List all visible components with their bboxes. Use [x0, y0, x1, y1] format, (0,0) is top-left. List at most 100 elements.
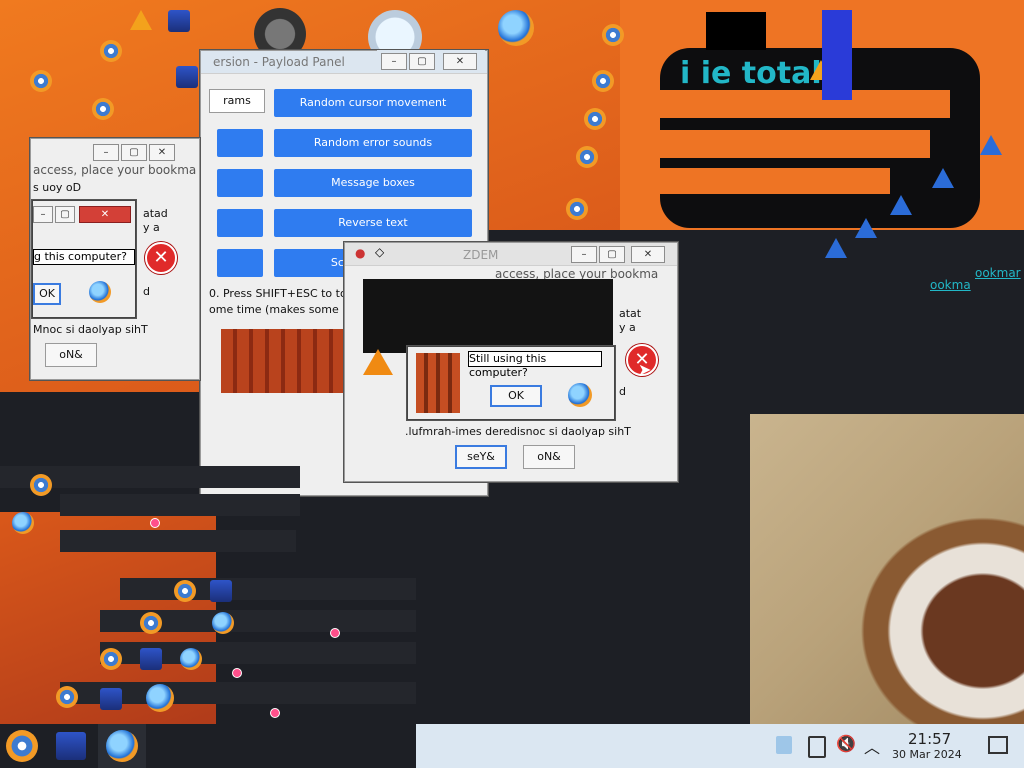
payload-note-line1: 0. Press SHIFT+ESC to toggl — [209, 287, 364, 300]
folder-icon[interactable] — [100, 688, 122, 710]
nested-main-ok-button[interactable]: OK — [490, 385, 542, 407]
main-dialog-titlebar[interactable]: ● ◇ ZDEM – ▢ ✕ — [345, 243, 677, 266]
minimize-button[interactable]: – — [571, 246, 597, 263]
clipboard-icon[interactable] — [776, 736, 792, 754]
main-dialog-no-button[interactable]: oN& — [523, 445, 575, 469]
left-dialog-text-line1: s uoy oD — [33, 181, 82, 194]
firefox-icon — [106, 730, 138, 762]
left-dialog-no-button[interactable]: oN& — [45, 343, 97, 367]
maximize-button[interactable]: ▢ — [409, 53, 435, 70]
glitch-dot — [150, 518, 160, 528]
left-dialog-text-datat: atad — [143, 207, 168, 220]
browser-icon[interactable] — [30, 474, 52, 496]
warning-icon — [855, 218, 877, 238]
folder-icon[interactable] — [210, 580, 232, 602]
payload-panel-controls: – ▢ ✕ — [377, 50, 485, 70]
payload-note-line2: ome time (makes some payl — [209, 303, 366, 316]
firefox-icon[interactable] — [180, 648, 202, 670]
glitch-orange-panel — [640, 168, 890, 194]
glitch-dot — [232, 668, 242, 678]
battery-icon[interactable] — [808, 736, 826, 758]
random-cursor-button[interactable]: Random cursor movement — [274, 89, 472, 117]
main-dialog-text-datat: atat — [619, 307, 642, 320]
browser-logo-icon — [498, 10, 534, 46]
clock-date[interactable]: 30 Mar 2024 — [892, 748, 962, 761]
payload-button-left-4[interactable] — [217, 209, 263, 237]
browser-icon[interactable] — [174, 580, 196, 602]
volume-muted-icon[interactable]: 🔇 — [836, 734, 856, 753]
warning-icon — [130, 10, 152, 30]
glitch-orange-panel — [620, 90, 950, 118]
minimize-button[interactable]: – — [381, 53, 407, 70]
minimize-button[interactable]: – — [33, 206, 53, 223]
browser-icon[interactable] — [566, 198, 588, 220]
main-dialog-text-d: d — [619, 385, 626, 398]
maximize-button[interactable]: ▢ — [121, 144, 147, 161]
payload-button-left-3[interactable] — [217, 169, 263, 197]
minimize-button[interactable]: – — [93, 144, 119, 161]
browser-icon[interactable] — [140, 612, 162, 634]
glitch-image-fragment — [416, 353, 460, 413]
close-button[interactable]: ✕ — [79, 206, 131, 223]
folder-icon[interactable] — [176, 66, 198, 88]
browser-icon[interactable] — [576, 146, 598, 168]
left-dialog-text-d: d — [143, 285, 150, 298]
glitch-link-text: ookmar — [975, 266, 1021, 280]
firefox-icon — [568, 383, 592, 407]
glitch-dot — [330, 628, 340, 638]
browser-icon[interactable] — [602, 24, 624, 46]
firefox-icon — [89, 281, 111, 303]
browser-icon[interactable] — [592, 70, 614, 92]
message-boxes-button[interactable]: Message boxes — [274, 169, 472, 197]
glitch-black-block — [363, 279, 613, 353]
main-dialog-message: .lufmrah-imes deredisnoc si daolyap sihT — [405, 425, 631, 438]
firefox-icon[interactable] — [146, 684, 174, 712]
clock-time[interactable]: 21:57 — [908, 730, 951, 748]
taskbar-firefox-item[interactable] — [98, 724, 146, 768]
glitch-orange-panel — [630, 130, 930, 158]
payload-left-button[interactable]: rams — [209, 89, 265, 113]
nested-left-controls: – ▢ ✕ — [33, 203, 133, 223]
dog-video-frame — [750, 414, 1024, 724]
browser-icon[interactable] — [92, 98, 114, 120]
firefox-icon[interactable] — [12, 512, 34, 534]
browser-icon[interactable] — [100, 648, 122, 670]
nested-left-prompt: g this computer? — [33, 249, 135, 265]
browser-icon[interactable] — [584, 108, 606, 130]
main-dialog-text-ya: y a — [619, 321, 636, 334]
taskbar: 🔇 ︿ 21:57 30 Mar 2024 — [416, 724, 1024, 768]
browser-icon[interactable] — [30, 70, 52, 92]
start-menu-icon[interactable] — [6, 730, 38, 762]
main-dialog-yes-button[interactable]: seY& — [455, 445, 507, 469]
file-manager-icon[interactable] — [56, 732, 86, 760]
folder-icon[interactable] — [168, 10, 190, 32]
warning-icon — [825, 238, 847, 258]
reverse-text-button[interactable]: Reverse text — [274, 209, 472, 237]
chevron-up-icon[interactable]: ︿ — [864, 734, 880, 758]
glitch-link-text: ookma — [930, 278, 971, 292]
random-sounds-button[interactable]: Random error sounds — [274, 129, 472, 157]
nested-left-dialog: – ▢ ✕ g this computer? OK — [32, 200, 136, 318]
close-button[interactable]: ✕ — [149, 144, 175, 161]
left-dialog-text-bottom: Mnoc si daolyap sihT — [33, 323, 148, 336]
left-dialog-text-top: access, place your bookma — [33, 163, 197, 177]
warning-icon — [932, 168, 954, 188]
glitch-black-block — [706, 12, 766, 50]
folder-icon[interactable] — [140, 648, 162, 670]
warning-icon — [363, 349, 393, 375]
close-button[interactable]: ✕ — [443, 53, 477, 70]
firefox-icon[interactable] — [212, 612, 234, 634]
warning-icon — [890, 195, 912, 215]
maximize-button[interactable]: ▢ — [599, 246, 625, 263]
payload-button-left-2[interactable] — [217, 129, 263, 157]
close-button[interactable]: ✕ — [631, 246, 665, 263]
glitch-dot — [270, 708, 280, 718]
payload-button-left-5[interactable] — [217, 249, 263, 277]
glitch-blue-block — [822, 10, 852, 100]
glitch-strip — [120, 578, 416, 600]
nested-left-ok-button[interactable]: OK — [33, 283, 61, 305]
show-desktop-icon[interactable] — [988, 736, 1008, 754]
browser-icon[interactable] — [56, 686, 78, 708]
browser-icon[interactable] — [100, 40, 122, 62]
maximize-button[interactable]: ▢ — [55, 206, 75, 223]
